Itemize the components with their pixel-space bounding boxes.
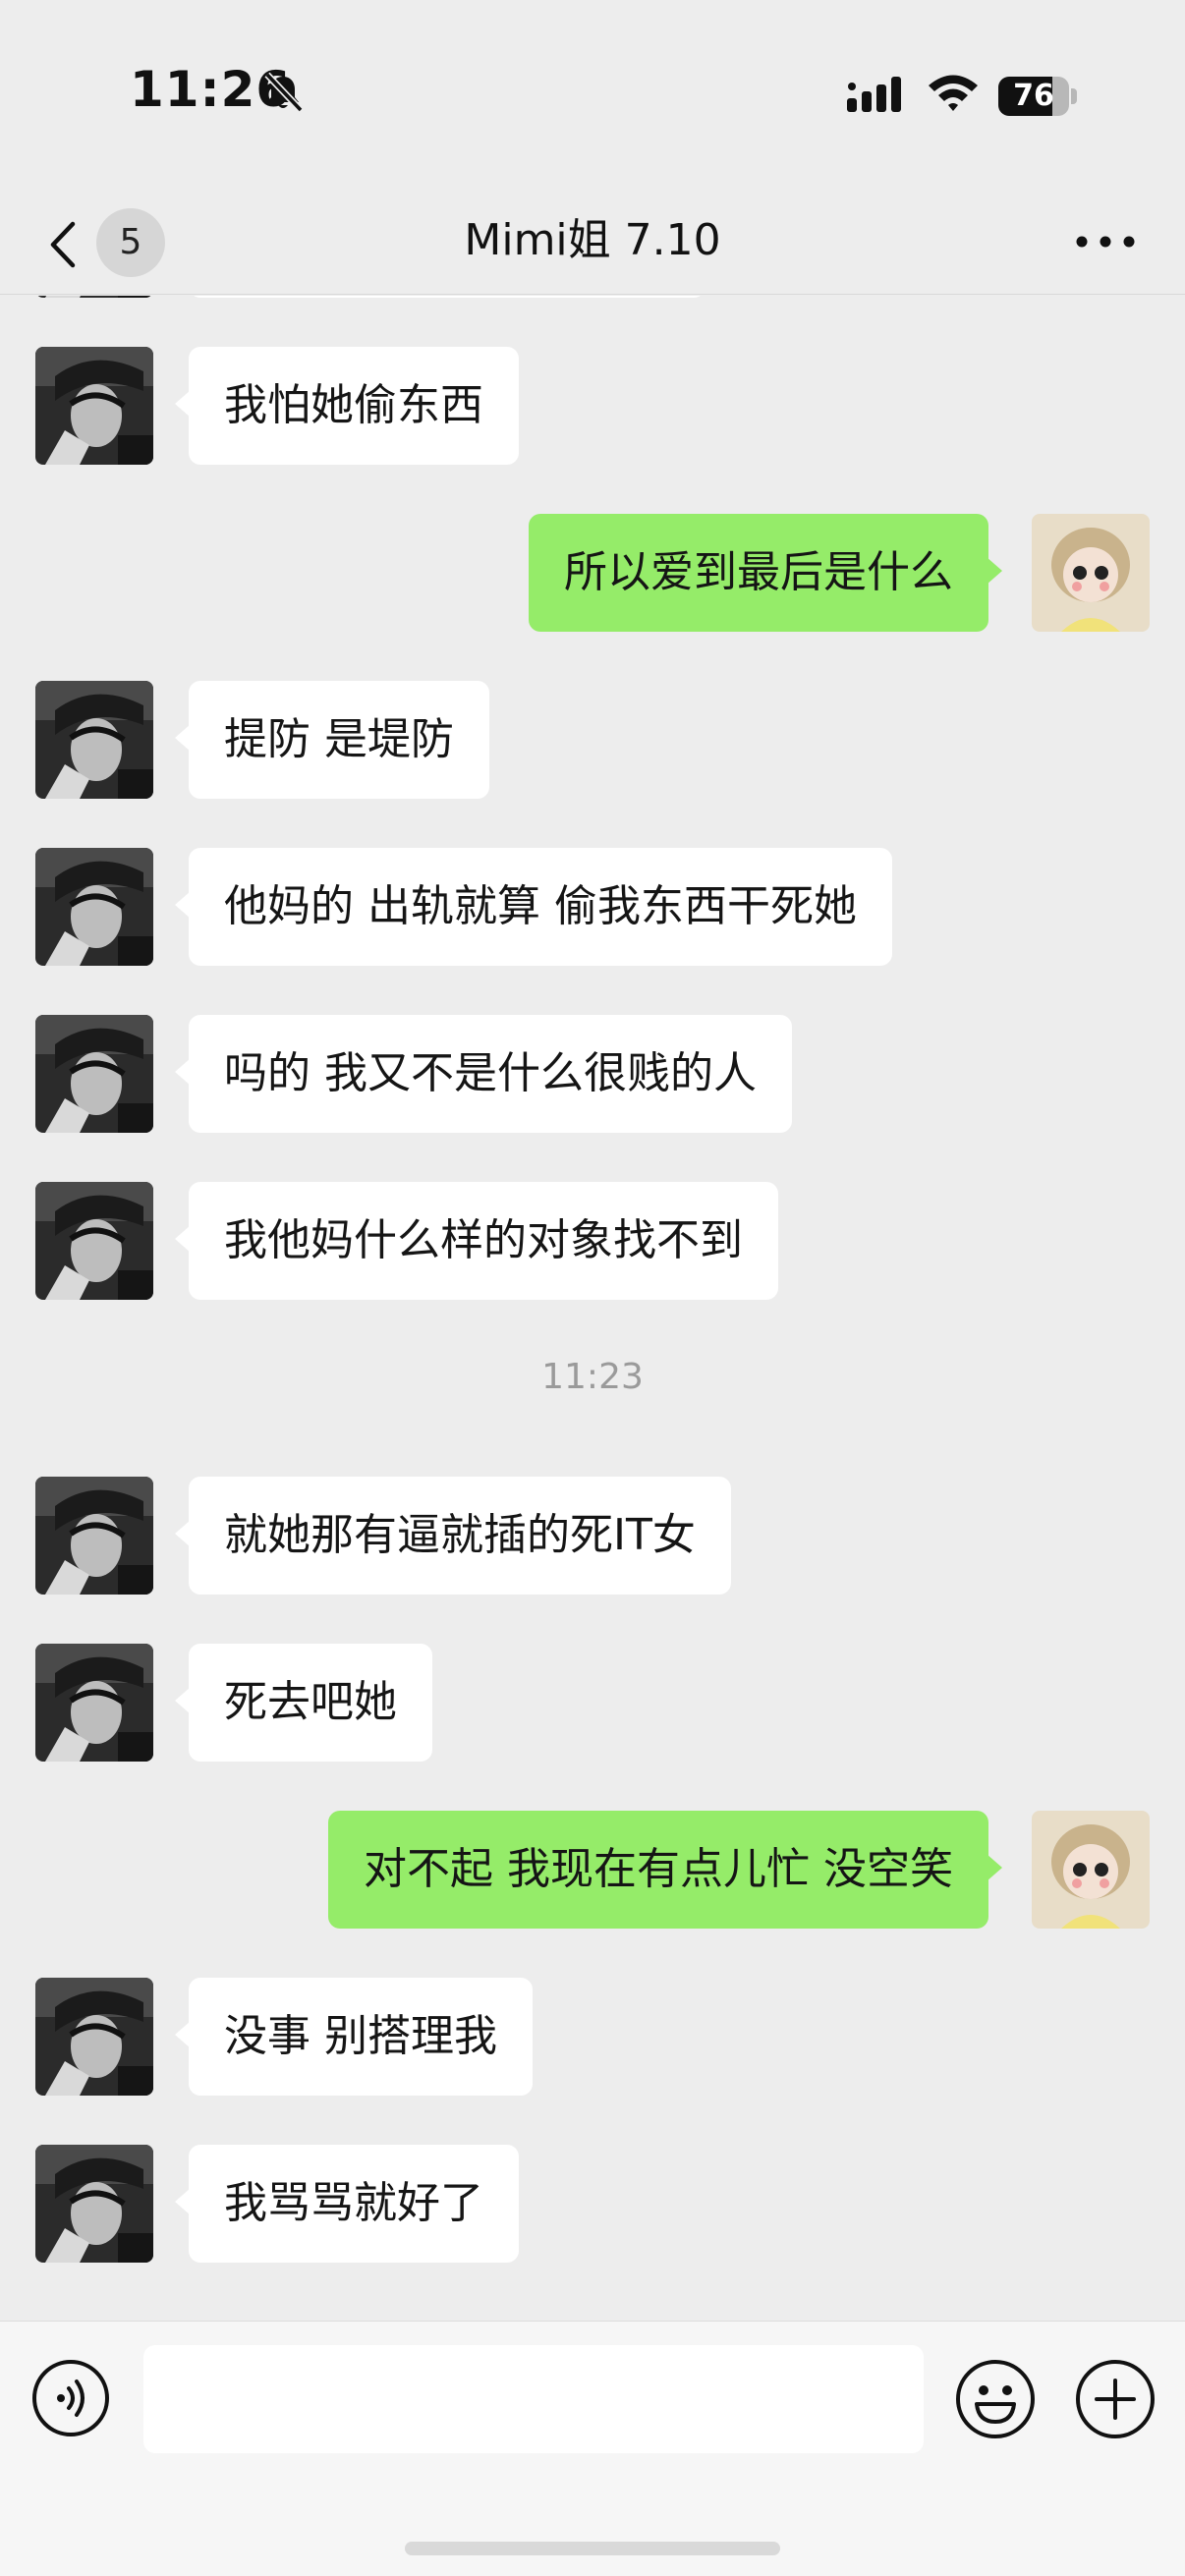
message-bubble[interactable]: 他妈的 出轨就算 偷我东西干死她 <box>175 848 892 966</box>
received-message: 我怕她偷东西 <box>0 347 1185 465</box>
contact-avatar[interactable] <box>35 2145 153 2263</box>
received-message: 他妈的 出轨就算 偷我东西干死她 <box>0 848 1185 966</box>
contact-avatar[interactable] <box>35 1015 153 1133</box>
contact-avatar[interactable] <box>35 1182 153 1300</box>
battery-level-text: 76 <box>1013 79 1054 113</box>
wifi-icon <box>929 75 978 111</box>
chat-title: Mimi姐 7.10 <box>464 215 721 265</box>
sent-message: 所以爱到最后是什么 <box>0 514 1185 632</box>
message-input[interactable] <box>143 2345 924 2453</box>
plus-icon[interactable] <box>1075 2359 1156 2439</box>
bell-off-icon <box>264 72 304 113</box>
message-bubble[interactable]: 盯着她搬东西 滚出我家 <box>189 296 705 298</box>
received-message: 提防 是堤防 <box>0 681 1185 799</box>
received-message: 盯着她搬东西 滚出我家 <box>0 296 1185 298</box>
contact-avatar[interactable] <box>35 1978 153 2096</box>
message-bubble[interactable]: 对不起 我现在有点儿忙 没空笑 <box>328 1811 1002 1929</box>
chat-header: 5 Mimi姐 7.10 <box>0 187 1185 295</box>
my-avatar[interactable] <box>1032 1811 1150 1929</box>
message-bubble[interactable]: 吗的 我又不是什么很贱的人 <box>175 1015 792 1133</box>
signal-icon <box>847 77 901 112</box>
contact-avatar[interactable] <box>35 296 153 298</box>
received-message: 死去吧她 <box>0 1644 1185 1762</box>
voice-icon[interactable] <box>31 2359 110 2437</box>
timestamp: 11:23 <box>541 1357 644 1397</box>
contact-avatar[interactable] <box>35 347 153 465</box>
received-message: 就她那有逼就插的死IT女 <box>0 1477 1185 1595</box>
received-message: 吗的 我又不是什么很贱的人 <box>0 1015 1185 1133</box>
input-bar <box>0 2321 1185 2576</box>
message-bubble[interactable]: 就她那有逼就插的死IT女 <box>175 1477 731 1595</box>
back-button[interactable]: 5 <box>39 208 167 277</box>
status-bar: 11:26 76 <box>0 0 1185 187</box>
received-message: 我骂骂就好了 <box>0 2145 1185 2263</box>
emoji-icon[interactable] <box>955 2359 1036 2439</box>
my-avatar[interactable] <box>1032 514 1150 632</box>
contact-avatar[interactable] <box>35 1477 153 1595</box>
home-indicator <box>405 2542 780 2555</box>
message-bubble[interactable]: 所以爱到最后是什么 <box>529 514 1002 632</box>
battery-indicator: 76 <box>998 77 1077 116</box>
sent-message: 对不起 我现在有点儿忙 没空笑 <box>0 1811 1185 1929</box>
message-bubble[interactable]: 我骂骂就好了 <box>175 2145 519 2263</box>
contact-avatar[interactable] <box>35 681 153 799</box>
message-list[interactable]: 盯着她搬东西 滚出我家我怕她偷东西所以爱到最后是什么提防 是堤防他妈的 出轨就算… <box>0 296 1185 2321</box>
chevron-left-icon <box>50 221 76 268</box>
more-dots-icon[interactable] <box>1071 222 1140 261</box>
message-bubble[interactable]: 我他妈什么样的对象找不到 <box>175 1182 778 1300</box>
message-bubble[interactable]: 死去吧她 <box>175 1644 432 1762</box>
received-message: 我他妈什么样的对象找不到 <box>0 1182 1185 1300</box>
contact-avatar[interactable] <box>35 1644 153 1762</box>
unread-count-badge: 5 <box>96 208 165 277</box>
message-bubble[interactable]: 没事 别搭理我 <box>175 1978 533 2096</box>
message-bubble[interactable]: 提防 是堤防 <box>175 681 489 799</box>
message-bubble[interactable]: 我怕她偷东西 <box>175 347 519 465</box>
contact-avatar[interactable] <box>35 848 153 966</box>
received-message: 没事 别搭理我 <box>0 1978 1185 2096</box>
